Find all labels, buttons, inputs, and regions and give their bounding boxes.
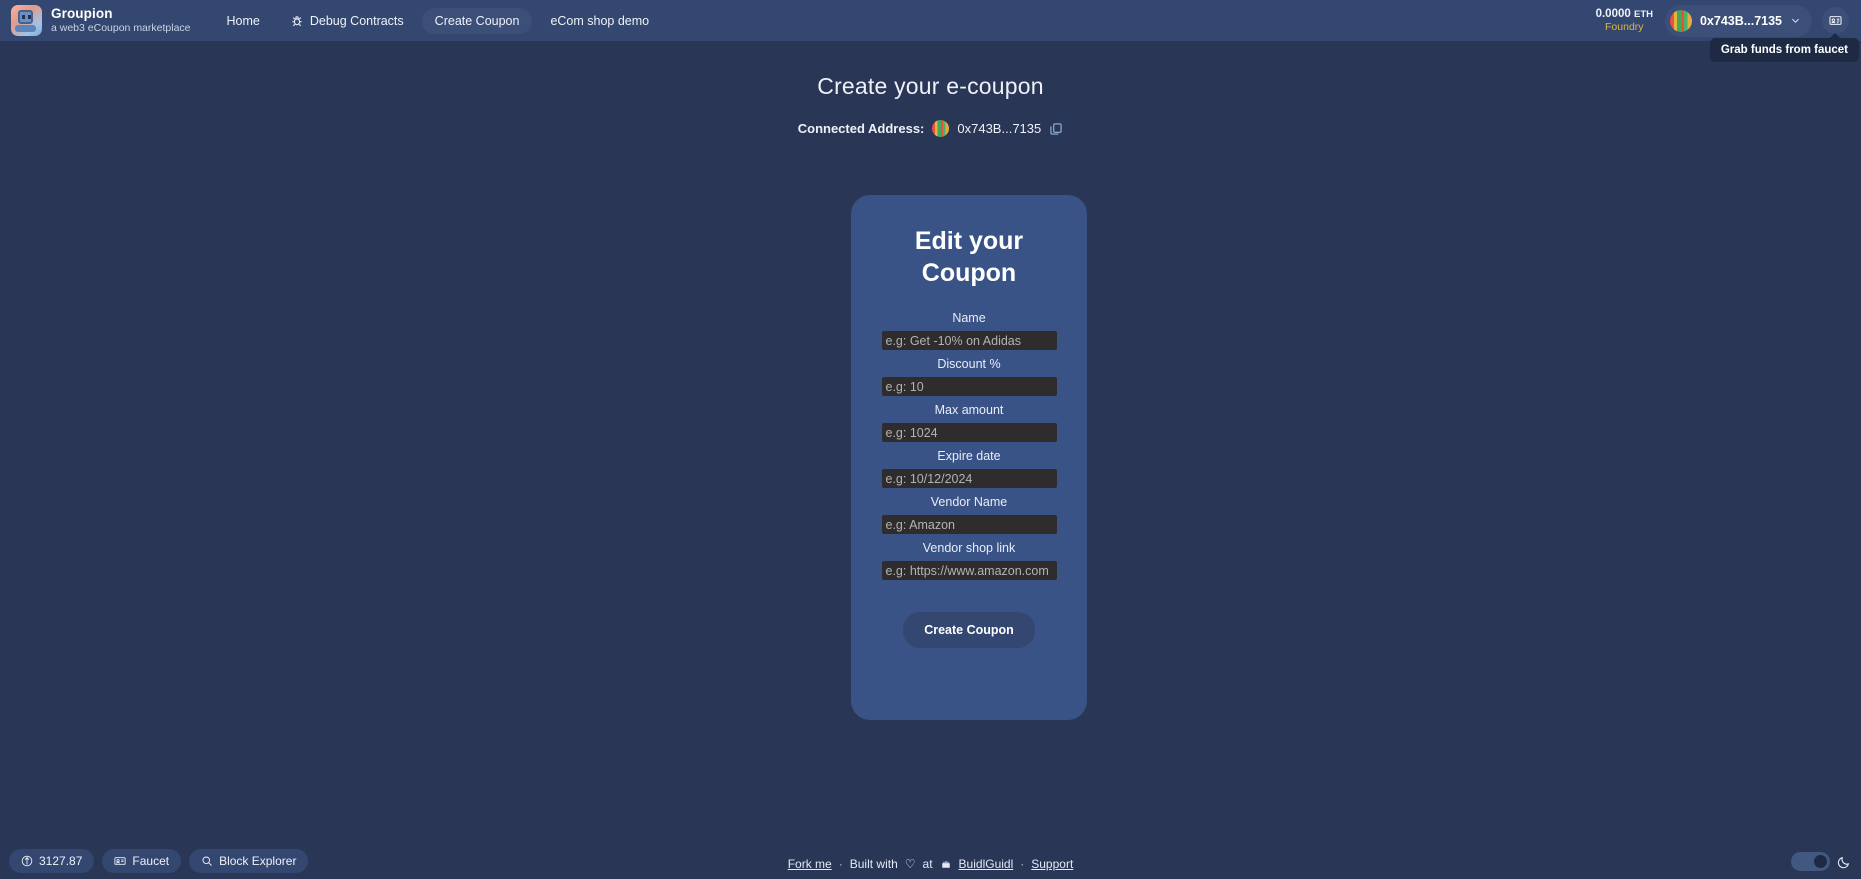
connected-address-value: 0x743B...7135 xyxy=(957,121,1042,136)
nav-label-home: Home xyxy=(226,13,260,28)
page-title: Create your e-coupon xyxy=(817,73,1044,99)
fork-me-link[interactable]: Fork me xyxy=(788,857,832,871)
field-label-discount: Discount % xyxy=(937,357,1001,371)
field-label-max-amount: Max amount xyxy=(934,403,1004,417)
field-label-name: Name xyxy=(952,311,986,325)
bug-icon xyxy=(292,15,302,26)
heart-icon: ♡ xyxy=(904,857,916,871)
wallet-address-label: 0x743B...7135 xyxy=(1699,13,1782,28)
card-title: Edit your Coupon xyxy=(914,227,1024,287)
wallet-balance: 0.0000 ETH Foundry xyxy=(1596,8,1653,33)
max-amount-input[interactable] xyxy=(881,423,1057,442)
address-avatar-icon xyxy=(932,120,950,137)
field-label-vendor-name: Vendor Name xyxy=(930,495,1008,509)
nav-label-ecom-shop-demo: eCom shop demo xyxy=(550,13,650,28)
built-with-at-text: at xyxy=(922,857,933,871)
robot-logo-icon xyxy=(11,5,42,36)
nav-item-home[interactable]: Home xyxy=(214,8,273,34)
nav-item-debug-contracts[interactable]: Debug Contracts xyxy=(278,8,417,34)
wallet-avatar-icon xyxy=(1669,9,1692,32)
network-name: Foundry xyxy=(1605,21,1644,34)
footer-separator-2: · xyxy=(1020,857,1025,871)
nav-item-create-coupon[interactable]: Create Coupon xyxy=(421,7,533,34)
expire-date-input[interactable] xyxy=(881,469,1057,488)
header-right-cluster: 0.0000 ETH Foundry 0x743B...7135 Grab fu… xyxy=(1596,4,1859,62)
theme-toggle-knob xyxy=(1814,855,1827,868)
buidlguidl-castle-icon xyxy=(941,861,950,868)
balance-amount: 0.0000 xyxy=(1595,7,1631,20)
app-footer: 3127.87 Faucet Block Explorer Fork me · … xyxy=(0,831,1861,879)
wallet-address-button[interactable]: 0x743B...7135 xyxy=(1664,4,1812,37)
brand-subtitle: a web3 eCoupon marketplace xyxy=(51,21,191,34)
built-with-text: Built with xyxy=(849,857,898,871)
edit-coupon-card: Edit your Coupon Name Discount % Max amo… xyxy=(851,195,1087,720)
vendor-name-input[interactable] xyxy=(881,515,1057,534)
main-content: Create your e-coupon Connected Address: … xyxy=(0,41,1861,831)
faucet-button[interactable] xyxy=(1822,7,1849,34)
footer-credits: Fork me · Built with ♡ at BuidlGuidl · S… xyxy=(0,857,1861,871)
discount-input[interactable] xyxy=(881,377,1057,396)
connected-address-row: Connected Address: 0x743B...7135 xyxy=(0,120,1861,137)
nav-item-ecom-shop-demo[interactable]: eCom shop demo xyxy=(537,8,662,34)
nav-label-create-coupon: Create Coupon xyxy=(434,13,520,28)
copy-icon[interactable] xyxy=(1049,122,1063,136)
nav-label-debug-contracts: Debug Contracts xyxy=(309,13,404,28)
moon-icon[interactable] xyxy=(1837,855,1851,869)
connected-address-label: Connected Address: xyxy=(797,121,925,136)
field-label-vendor-shop-link: Vendor shop link xyxy=(922,541,1016,555)
balance-unit: ETH xyxy=(1633,8,1653,20)
field-label-expire-date: Expire date xyxy=(937,449,1001,463)
buidlguidl-link[interactable]: BuidlGuidl xyxy=(959,857,1014,871)
faucet-card-icon xyxy=(1829,16,1842,25)
app-header: Groupion a web3 eCoupon marketplace Home… xyxy=(0,0,1861,62)
create-coupon-submit-button[interactable]: Create Coupon xyxy=(903,612,1035,648)
theme-toggle[interactable] xyxy=(1791,852,1830,871)
theme-switch-group xyxy=(1791,852,1851,871)
brand-block[interactable]: Groupion a web3 eCoupon marketplace xyxy=(7,5,191,36)
footer-separator-1: · xyxy=(838,857,843,871)
chevron-down-icon xyxy=(1792,18,1799,23)
support-link[interactable]: Support xyxy=(1031,857,1073,871)
vendor-shop-link-input[interactable] xyxy=(881,561,1057,580)
brand-title: Groupion xyxy=(51,6,113,22)
name-input[interactable] xyxy=(881,331,1057,350)
faucet-tooltip: Grab funds from faucet xyxy=(1709,32,1859,62)
main-nav: Home Debug Contracts Create Coupon eCom … xyxy=(214,7,663,34)
